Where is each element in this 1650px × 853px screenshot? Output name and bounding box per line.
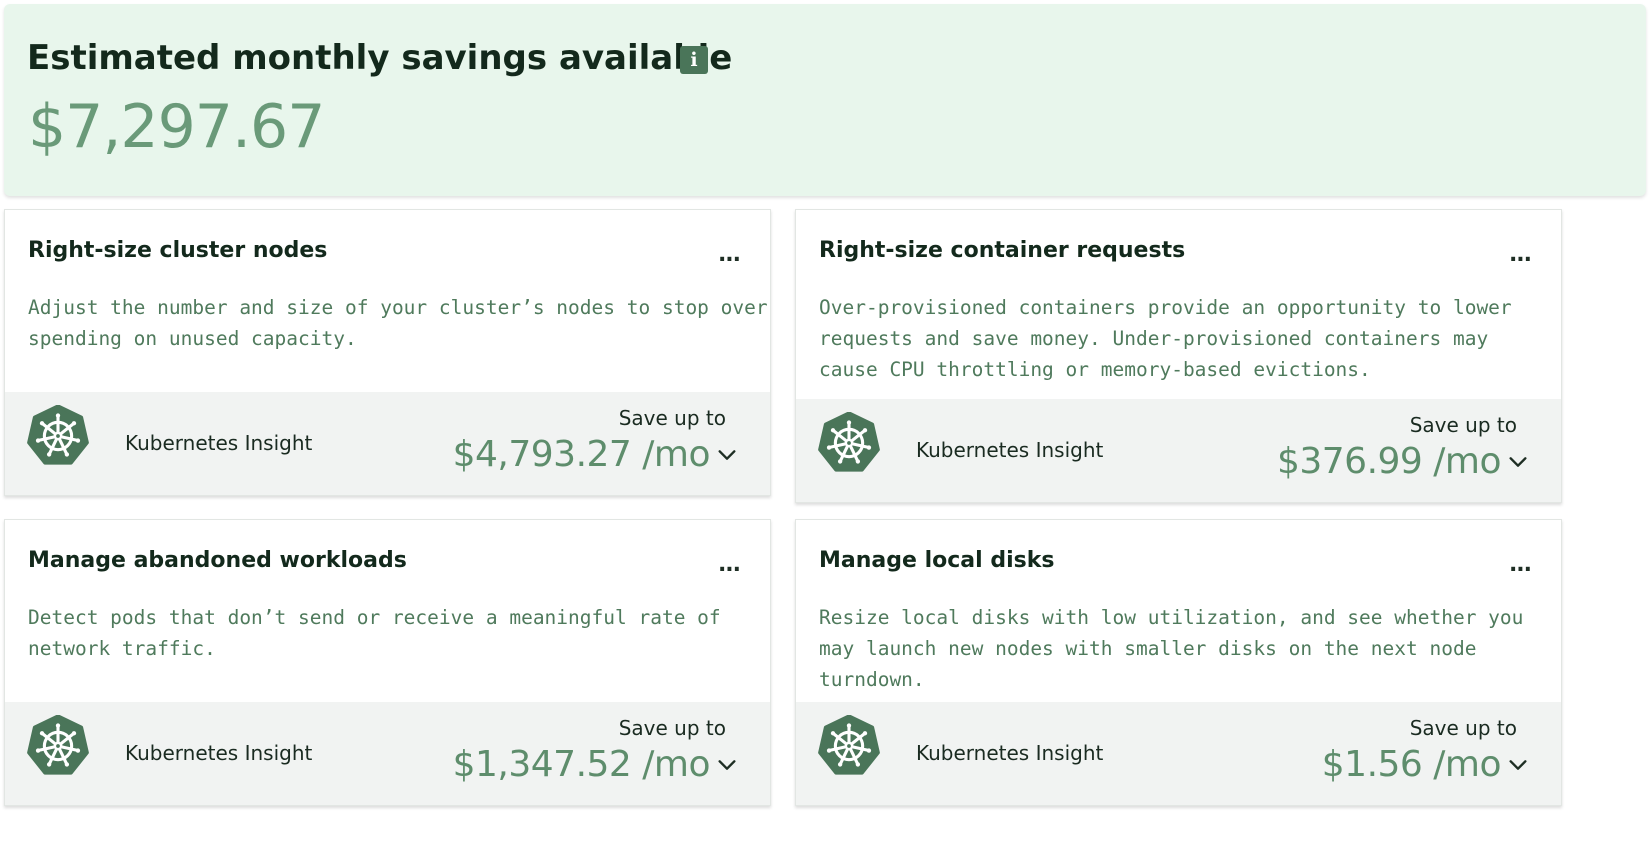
kubernetes-icon: [818, 412, 880, 472]
chevron-down-icon: [1509, 456, 1527, 467]
card-footer: Kubernetes Insight Save up to $376.99 /m…: [796, 399, 1561, 502]
provider-label: Kubernetes Insight: [125, 431, 313, 455]
save-amount-dropdown[interactable]: $1.56 /mo: [1322, 744, 1529, 785]
card-footer: Kubernetes Insight Save up to $1.56 /mo: [796, 702, 1561, 805]
card-footer: Kubernetes Insight Save up to $4,793.27 …: [5, 392, 770, 495]
more-options-button[interactable]: ...: [1507, 242, 1533, 267]
savings-card[interactable]: Right-size cluster nodes ... Adjust the …: [4, 209, 771, 496]
more-options-button[interactable]: ...: [1507, 552, 1533, 577]
save-amount-value: $1,347.52 /mo: [452, 744, 711, 785]
provider-label: Kubernetes Insight: [916, 438, 1104, 462]
save-label: Save up to: [618, 406, 726, 430]
kubernetes-icon: [27, 715, 89, 775]
provider-label: Kubernetes Insight: [125, 741, 313, 765]
chevron-down-icon: [718, 759, 736, 770]
card-title: Manage abandoned workloads: [28, 548, 407, 573]
savings-summary-panel: Estimated monthly savings available i $7…: [4, 4, 1646, 196]
info-icon[interactable]: i: [680, 46, 708, 74]
save-amount-dropdown[interactable]: $1,347.52 /mo: [453, 744, 738, 785]
kubernetes-icon: [818, 715, 880, 775]
more-options-button[interactable]: ...: [716, 552, 742, 577]
card-description: Adjust the number and size of your clust…: [28, 296, 771, 350]
summary-title: Estimated monthly savings available: [27, 38, 733, 78]
save-amount-value: $1.56 /mo: [1321, 744, 1502, 785]
chevron-down-icon: [1509, 759, 1527, 770]
card-description: Detect pods that don’t send or receive a…: [28, 606, 721, 660]
save-amount-dropdown[interactable]: $376.99 /mo: [1277, 441, 1529, 482]
card-title: Right-size cluster nodes: [28, 238, 328, 263]
chevron-down-icon: [718, 449, 736, 460]
save-label: Save up to: [1409, 413, 1517, 437]
save-amount-dropdown[interactable]: $4,793.27 /mo: [453, 434, 738, 475]
card-description: Over-provisioned containers provide an o…: [819, 296, 1512, 381]
save-amount-value: $376.99 /mo: [1276, 441, 1502, 482]
savings-card[interactable]: Right-size container requests ... Over-p…: [795, 209, 1562, 503]
savings-card[interactable]: Manage local disks ... Resize local disk…: [795, 519, 1562, 806]
kubernetes-icon: [27, 405, 89, 465]
card-title: Right-size container requests: [819, 238, 1186, 263]
card-footer: Kubernetes Insight Save up to $1,347.52 …: [5, 702, 770, 805]
save-label: Save up to: [618, 716, 726, 740]
savings-card[interactable]: Manage abandoned workloads ... Detect po…: [4, 519, 771, 806]
save-amount-value: $4,793.27 /mo: [452, 434, 711, 475]
card-title: Manage local disks: [819, 548, 1055, 573]
save-label: Save up to: [1409, 716, 1517, 740]
provider-label: Kubernetes Insight: [916, 741, 1104, 765]
card-description: Resize local disks with low utilization,…: [819, 606, 1524, 691]
summary-amount: $7,297.67: [28, 92, 325, 162]
more-options-button[interactable]: ...: [716, 242, 742, 267]
